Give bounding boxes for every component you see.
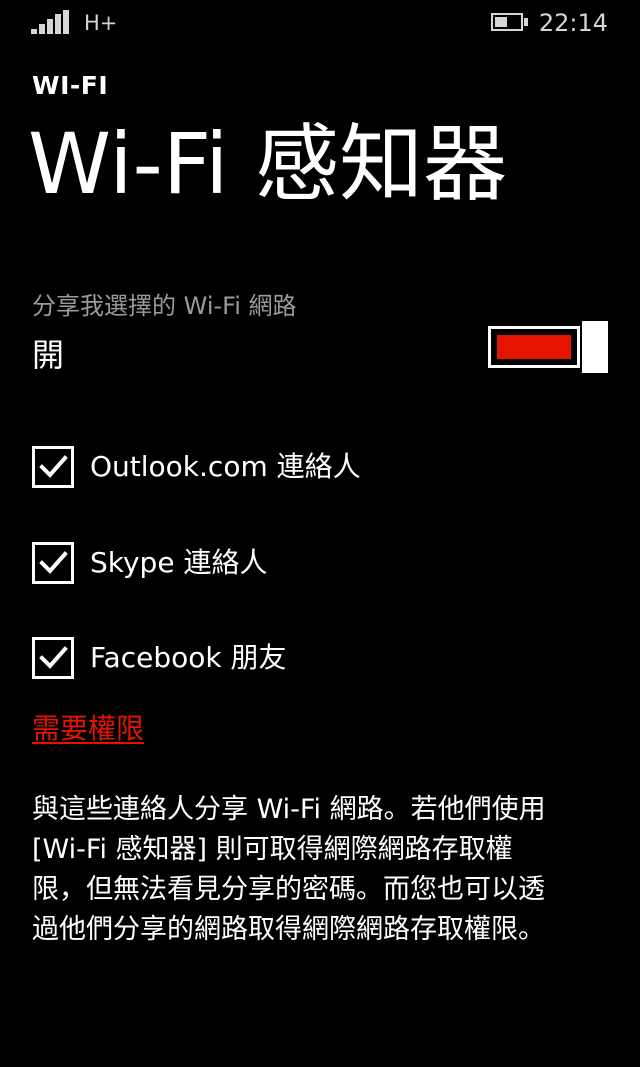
app-title: WI-FI: [32, 71, 109, 100]
toggle-fill: [497, 335, 571, 359]
share-toggle-state: 開: [32, 336, 65, 374]
skype-contacts-checkbox-row[interactable]: Skype 連絡人: [32, 541, 267, 585]
description-line: 過他們分享的網路取得網際網路存取權限。: [32, 914, 545, 945]
toggle-thumb[interactable]: [582, 321, 608, 373]
description-line: 限，但無法看見分享的密碼。而您也可以透: [32, 874, 545, 905]
facebook-friends-label: Facebook 朋友: [90, 641, 287, 674]
share-toggle-label: 分享我選擇的 Wi-Fi 網路: [32, 292, 297, 320]
facebook-friends-checkbox[interactable]: [32, 637, 74, 679]
battery-icon: [491, 13, 531, 31]
checkmark-icon: [39, 455, 68, 478]
signal-strength-icon: [31, 10, 71, 34]
status-clock: 22:14: [538, 9, 608, 37]
checkmark-icon: [39, 646, 68, 669]
skype-contacts-checkbox[interactable]: [32, 542, 74, 584]
description-line: [Wi-Fi 感知器] 則可取得網際網路存取權: [32, 834, 513, 865]
outlook-contacts-label: Outlook.com 連絡人: [90, 450, 361, 483]
network-type: H+: [84, 11, 118, 35]
share-wifi-toggle[interactable]: [488, 321, 610, 373]
outlook-contacts-checkbox-row[interactable]: Outlook.com 連絡人: [32, 445, 361, 489]
facebook-friends-checkbox-row[interactable]: Facebook 朋友: [32, 636, 286, 680]
skype-contacts-label: Skype 連絡人: [90, 546, 268, 579]
page-title: Wi-Fi 感知器: [28, 115, 508, 213]
description-text: 與這些連絡人分享 Wi-Fi 網路。若他們使用 [Wi-Fi 感知器] 則可取得…: [32, 790, 612, 950]
toggle-track: [488, 326, 580, 368]
outlook-contacts-checkbox[interactable]: [32, 446, 74, 488]
status-bar: H+ 22:14: [0, 0, 640, 48]
checkmark-icon: [39, 551, 68, 574]
permission-required-link[interactable]: 需要權限: [32, 710, 144, 748]
description-line: 與這些連絡人分享 Wi-Fi 網路。若他們使用: [32, 794, 546, 825]
